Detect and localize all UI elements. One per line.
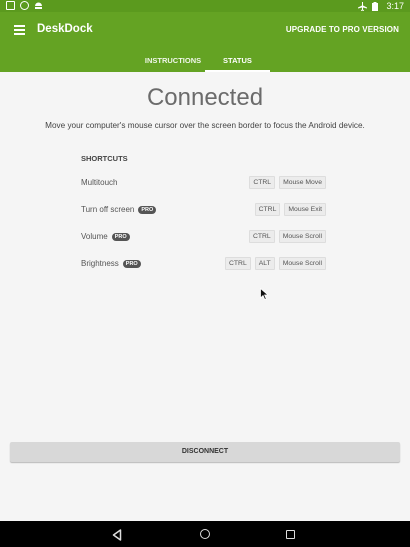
app-title: DeskDock bbox=[37, 23, 93, 35]
airplane-icon bbox=[358, 1, 368, 11]
battery-icon bbox=[372, 1, 381, 11]
disconnect-button[interactable]: DISCONNECT bbox=[10, 442, 400, 462]
shortcut-label: Turn off screen bbox=[81, 205, 135, 214]
tab-instructions[interactable]: INSTRUCTIONS bbox=[142, 56, 204, 65]
menu-icon[interactable] bbox=[14, 25, 25, 35]
home-icon[interactable] bbox=[200, 529, 210, 539]
key-badge: ALT bbox=[254, 257, 275, 270]
tab-status[interactable]: STATUS bbox=[205, 56, 270, 65]
shortcut-row-turn-off-screen: Turn off screen PRO CTRL Mouse Exit bbox=[81, 203, 326, 217]
mouse-pointer-icon bbox=[260, 287, 270, 301]
tab-indicator bbox=[205, 70, 270, 72]
shortcut-label: Volume bbox=[81, 232, 108, 241]
shortcut-label: Brightness bbox=[81, 259, 119, 268]
key-badge: CTRL bbox=[254, 203, 281, 216]
connection-status: Connected bbox=[146, 84, 264, 111]
shortcut-row-multitouch: Multitouch CTRL Mouse Move bbox=[81, 176, 326, 190]
tab-bar: INSTRUCTIONS STATUS bbox=[0, 50, 410, 72]
shortcut-row-brightness: Brightness PRO CTRL ALT Mouse Scroll bbox=[81, 257, 326, 271]
app-bar: DeskDock UPGRADE TO PRO VERSION INSTRUCT… bbox=[0, 12, 410, 72]
shortcut-row-volume: Volume PRO CTRL Mouse Scroll bbox=[81, 230, 326, 244]
shortcut-label: Multitouch bbox=[81, 178, 118, 187]
key-badge: Mouse Scroll bbox=[278, 257, 326, 270]
upgrade-button[interactable]: UPGRADE TO PRO VERSION bbox=[286, 25, 399, 34]
key-badge: CTRL bbox=[248, 230, 275, 243]
key-badge: Mouse Exit bbox=[284, 203, 326, 216]
android-icon bbox=[34, 1, 43, 10]
status-time: 3:17 bbox=[386, 1, 404, 11]
status-bar: 3:17 bbox=[0, 0, 410, 12]
key-badge: Mouse Scroll bbox=[278, 230, 326, 243]
pro-badge: PRO bbox=[138, 205, 157, 214]
recents-icon[interactable] bbox=[286, 530, 295, 539]
chrome-icon bbox=[20, 1, 29, 10]
key-badge: CTRL bbox=[224, 257, 251, 270]
back-icon[interactable] bbox=[112, 528, 122, 546]
pro-badge: PRO bbox=[122, 259, 141, 268]
navigation-bar bbox=[0, 521, 410, 547]
key-badge: CTRL bbox=[249, 176, 276, 189]
key-badge: Mouse Move bbox=[279, 176, 326, 189]
checkbox-icon bbox=[6, 1, 15, 10]
instruction-text: Move your computer's mouse cursor over t… bbox=[45, 121, 365, 130]
shortcuts-heading: SHORTCUTS bbox=[81, 154, 128, 163]
pro-badge: PRO bbox=[111, 232, 130, 241]
